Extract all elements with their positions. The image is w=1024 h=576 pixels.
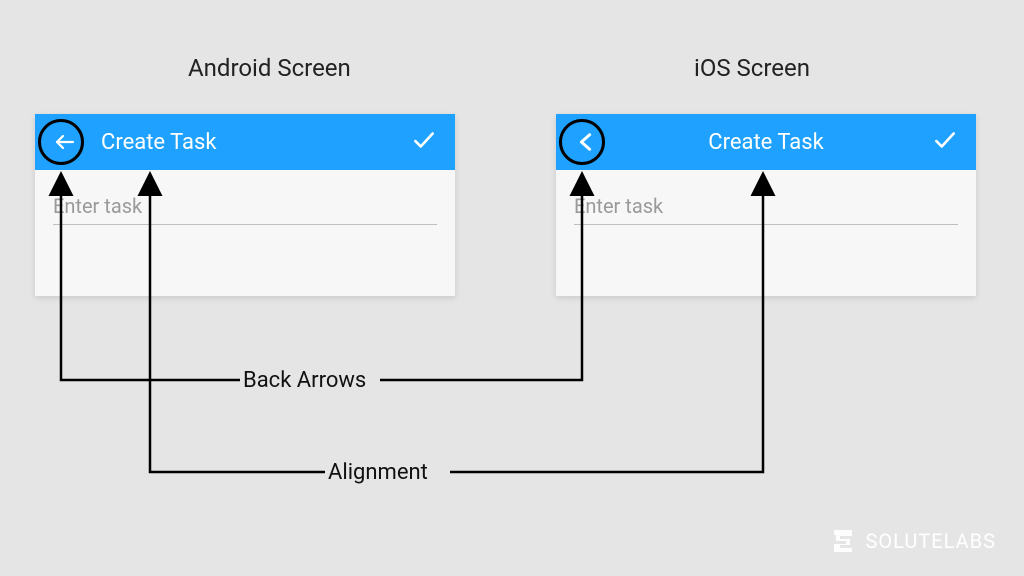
brand-text: SOLUTELABS	[866, 529, 997, 553]
brand-logo-icon	[828, 526, 858, 556]
android-appbar: Create Task	[35, 114, 455, 170]
android-input-area: Enter task	[35, 170, 455, 225]
appbar-title: Create Task	[708, 130, 823, 155]
ios-appbar: Create Task	[556, 114, 976, 170]
ios-screen: Create Task Enter task	[556, 114, 976, 296]
task-input[interactable]: Enter task	[574, 194, 958, 225]
check-icon[interactable]	[411, 127, 437, 157]
alignment-annotation: Alignment	[328, 460, 428, 485]
back-arrows-annotation: Back Arrows	[243, 368, 366, 393]
android-screen: Create Task Enter task	[35, 114, 455, 296]
annotation-circle	[38, 119, 84, 165]
check-icon[interactable]	[932, 127, 958, 157]
appbar-title: Create Task	[101, 130, 216, 155]
brand: SOLUTELABS	[828, 526, 997, 556]
task-input[interactable]: Enter task	[53, 194, 437, 225]
android-label: Android Screen	[188, 54, 351, 82]
annotation-circle	[559, 119, 605, 165]
ios-label: iOS Screen	[694, 54, 810, 82]
ios-input-area: Enter task	[556, 170, 976, 225]
